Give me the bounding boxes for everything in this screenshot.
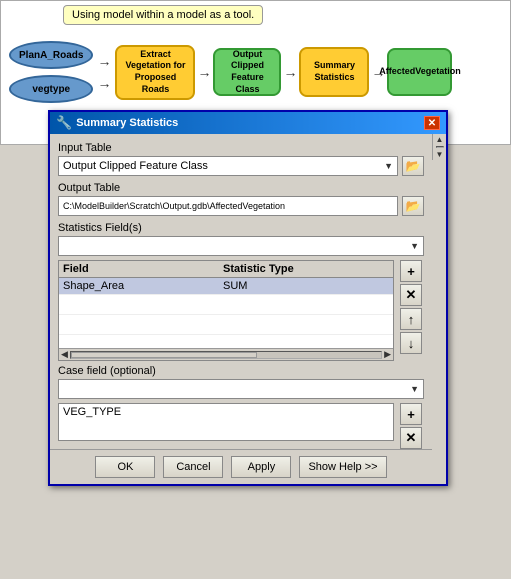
table-cell-stat: SUM: [219, 278, 393, 294]
dialog-footer: OK Cancel Apply Show Help >>: [50, 449, 432, 484]
stats-table: Field Statistic Type Shape_Area SUM: [58, 260, 394, 361]
dialog-vertical-scrollbar[interactable]: ▲ ▼: [432, 134, 446, 160]
dialog-scrollbar-track[interactable]: [436, 146, 444, 148]
scrollbar-track[interactable]: [70, 351, 382, 359]
table-row[interactable]: Shape_Area SUM: [59, 278, 393, 295]
stats-table-header: Field Statistic Type: [59, 261, 393, 278]
veg-table: VEG_TYPE: [58, 403, 394, 441]
ok-button[interactable]: OK: [95, 456, 155, 478]
input-table-row: Output Clipped Feature Class ▼ 📂: [58, 156, 424, 176]
output-table-input[interactable]: C:\ModelBuilder\Scratch\Output.gdb\Affec…: [58, 196, 398, 216]
dialog-title-icon: 🔧: [56, 115, 72, 131]
output-table-row: C:\ModelBuilder\Scratch\Output.gdb\Affec…: [58, 196, 424, 216]
table-row-empty-2: [59, 315, 393, 335]
node-planA: PlanA_Roads: [9, 41, 93, 69]
arrow-2: →: [97, 75, 111, 91]
veg-type-value: VEG_TYPE: [63, 406, 121, 418]
scroll-down-arrow[interactable]: ▼: [435, 149, 445, 160]
node-extract: Extract Vegetation for Proposed Roads: [115, 45, 195, 100]
apply-button[interactable]: Apply: [231, 456, 291, 478]
case-dropdown-arrow: ▼: [410, 384, 419, 394]
stats-fields-label: Statistics Field(s): [58, 222, 424, 234]
remove-stats-button[interactable]: ✕: [400, 284, 422, 306]
move-up-stats-button[interactable]: ↑: [400, 308, 422, 330]
case-field-section: Case field (optional) ▼ VEG_TYPE: [58, 365, 424, 441]
output-table-label: Output Table: [58, 182, 424, 194]
scroll-right-arrow[interactable]: ▶: [384, 349, 391, 360]
arrow-4: →: [283, 64, 297, 80]
veg-table-row-empty: [59, 420, 393, 440]
input-nodes: PlanA_Roads vegtype: [9, 41, 93, 103]
input-table-folder-button[interactable]: 📂: [402, 156, 424, 176]
remove-veg-button[interactable]: ✕: [400, 427, 422, 449]
node-summary: Summary Statistics: [299, 47, 369, 97]
dialog-titlebar: 🔧 Summary Statistics ✕: [50, 112, 446, 134]
dialog-body: Input Table Output Clipped Feature Class…: [50, 134, 432, 449]
tooltip-text: Using model within a model as a tool.: [72, 9, 254, 21]
input-table-label: Input Table: [58, 142, 424, 154]
node-vegtype: vegtype: [9, 75, 93, 103]
scroll-left-arrow[interactable]: ◀: [61, 349, 68, 360]
table-row-empty-1: [59, 295, 393, 315]
cancel-button[interactable]: Cancel: [163, 456, 223, 478]
stats-fields-section: Statistics Field(s) ▼ Field Statistic Ty…: [58, 222, 424, 361]
veg-table-side-buttons: + ✕: [400, 403, 422, 449]
node-affected-veg: AffectedVegetation: [387, 48, 452, 96]
node-output-clipped: Output Clipped Feature Class: [213, 48, 281, 96]
stats-table-side-buttons: + ✕ ↑ ↓: [400, 260, 422, 354]
dialog-title-text: Summary Statistics: [76, 117, 178, 129]
move-down-stats-button[interactable]: ↓: [400, 332, 422, 354]
input-table-select[interactable]: Output Clipped Feature Class ▼: [58, 156, 398, 176]
summary-statistics-dialog: 🔧 Summary Statistics ✕ Input Table Outpu…: [48, 110, 448, 486]
case-field-label: Case field (optional): [58, 365, 424, 377]
dialog-close-button[interactable]: ✕: [424, 116, 440, 130]
scroll-up-arrow[interactable]: ▲: [435, 134, 445, 145]
scrollbar-thumb[interactable]: [71, 352, 257, 358]
col-field-header: Field: [59, 261, 219, 277]
case-field-dropdown[interactable]: ▼: [58, 379, 424, 399]
arrow-3: →: [197, 64, 211, 80]
arrows-in: → →: [95, 53, 113, 91]
dialog-title: 🔧 Summary Statistics: [56, 115, 178, 131]
table-cell-field: Shape_Area: [59, 278, 219, 294]
select-arrow-icon: ▼: [384, 161, 393, 171]
veg-table-wrapper: VEG_TYPE + ✕: [58, 403, 394, 441]
show-help-button[interactable]: Show Help >>: [299, 456, 386, 478]
case-dropdown-row: ▼: [58, 379, 424, 399]
tooltip-bubble: Using model within a model as a tool.: [63, 5, 263, 25]
stats-dropdown-arrow: ▼: [410, 241, 419, 251]
stats-dropdown-row: ▼: [58, 236, 424, 256]
stats-table-wrapper: Field Statistic Type Shape_Area SUM: [58, 260, 394, 361]
col-stat-header: Statistic Type: [219, 261, 393, 277]
output-table-folder-button[interactable]: 📂: [402, 196, 424, 216]
arrow-1: →: [97, 53, 111, 69]
stats-fields-dropdown[interactable]: ▼: [58, 236, 424, 256]
veg-table-row[interactable]: VEG_TYPE: [59, 404, 393, 420]
add-veg-button[interactable]: +: [400, 403, 422, 425]
flow-diagram: PlanA_Roads vegtype → → Extract Vegetati…: [9, 41, 452, 103]
stats-table-body: Shape_Area SUM: [59, 278, 393, 348]
add-stats-button[interactable]: +: [400, 260, 422, 282]
horizontal-scrollbar[interactable]: ◀ ▶: [59, 348, 393, 360]
